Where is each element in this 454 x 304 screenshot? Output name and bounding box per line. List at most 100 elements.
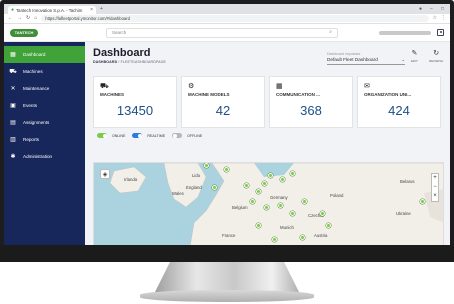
brand-logo[interactable]: TANTECH xyxy=(10,28,38,37)
machine-marker[interactable] xyxy=(280,177,285,182)
window-controls: ● − □ xyxy=(419,6,450,12)
user-email-redacted xyxy=(379,30,431,35)
browser-tab-bar: ● Tantech Innovation S.p.A. - Tachim × +… xyxy=(4,4,450,14)
refresh-icon: ↻ xyxy=(433,50,440,57)
map-label: Belarus xyxy=(400,179,415,184)
layers-icon[interactable]: ◈ xyxy=(100,169,110,179)
url-text: https://lafleetportal.ymonitor.com/#/das… xyxy=(45,16,130,21)
truck-icon: ⛟ xyxy=(9,68,17,75)
breadcrumb-tail: / FLEETDASHBOARDPAGE xyxy=(118,60,167,64)
zoom-in-button[interactable]: + xyxy=(433,174,437,183)
machine-marker[interactable] xyxy=(272,237,277,242)
machine-marker[interactable] xyxy=(268,173,273,178)
sidebar-item-dashboard[interactable]: ▦ Dashboard xyxy=(4,46,85,63)
kpi-value: 13450 xyxy=(116,103,154,118)
machine-marker[interactable] xyxy=(224,167,229,172)
user-account-icon[interactable] xyxy=(437,29,444,36)
machine-marker[interactable] xyxy=(326,223,331,228)
address-bar[interactable]: https://lafleetportal.ymonitor.com/#/das… xyxy=(41,15,429,22)
machine-marker[interactable] xyxy=(204,163,209,168)
assignment-icon: ▤ xyxy=(10,119,16,126)
fullscreen-button[interactable]: × xyxy=(433,192,437,201)
online-toggle[interactable] xyxy=(97,133,107,138)
kpi-title: MACHINES xyxy=(100,92,125,97)
search-input[interactable]: Search ⌕ xyxy=(106,27,338,38)
machine-marker[interactable] xyxy=(262,181,267,186)
machine-marker[interactable] xyxy=(290,171,295,176)
kpi-card-machine-models[interactable]: ⚙ MACHINE MODELS 42 xyxy=(181,76,265,128)
machine-marker[interactable] xyxy=(420,199,425,204)
kpi-card-machines[interactable]: ⛟ MACHINES 13450 xyxy=(93,76,177,128)
edit-label: EDIT xyxy=(411,59,418,63)
bookmark-star-icon[interactable]: ☆ xyxy=(433,16,437,21)
kpi-title: ORGANIZATION UNI... xyxy=(364,92,412,97)
machine-marker[interactable] xyxy=(264,205,269,210)
sidebar-item-maintenance[interactable]: ✕ Maintenance xyxy=(4,80,85,97)
favicon-icon: ● xyxy=(11,6,15,13)
profile-icon[interactable]: ● xyxy=(419,6,422,12)
offline-toggle[interactable] xyxy=(172,133,183,138)
chart-icon: ▥ xyxy=(10,136,16,143)
pencil-icon: ✎ xyxy=(411,50,418,57)
realtime-toggle[interactable] xyxy=(132,133,143,138)
home-icon[interactable]: ⌂ xyxy=(34,16,37,21)
machine-marker[interactable] xyxy=(244,183,249,188)
chevron-down-icon: ⌄ xyxy=(401,57,405,62)
back-icon[interactable]: ← xyxy=(8,16,13,21)
device-icon: ▦ xyxy=(276,83,283,90)
dashboard-select-value: Default Fleet Dashboard xyxy=(327,57,378,62)
sidebar-item-label: Dashboard xyxy=(23,52,46,57)
map-label: Austria xyxy=(314,233,328,238)
edit-button[interactable]: ✎ EDIT xyxy=(411,50,418,63)
new-tab-icon[interactable]: + xyxy=(100,6,103,12)
machine-marker[interactable] xyxy=(256,189,261,194)
machine-marker[interactable] xyxy=(212,185,217,190)
offline-label: OFFLINE xyxy=(187,133,203,138)
fleet-map[interactable]: Irlanda Lido Wales England Belgium Germa… xyxy=(93,162,444,245)
sidebar-item-machines[interactable]: ⛟ Machines xyxy=(4,63,85,80)
sidebar-item-assignments[interactable]: ▤ Assignments xyxy=(4,114,85,131)
sidebar-item-administration[interactable]: ✱ Administration xyxy=(4,148,85,165)
refresh-label: REFRESH xyxy=(429,59,444,63)
dashboard-select[interactable]: Dashboard impostata Default Fleet Dashbo… xyxy=(327,52,405,65)
machine-marker[interactable] xyxy=(278,203,283,208)
machine-marker[interactable] xyxy=(300,235,305,240)
online-label: ONLINE xyxy=(112,133,126,138)
minimize-icon[interactable]: − xyxy=(430,6,433,12)
sidebar-item-label: Reports xyxy=(23,137,40,142)
machine-models-icon: ⚙ xyxy=(188,83,195,90)
machine-marker[interactable] xyxy=(256,223,261,228)
browser-menu-icon[interactable]: ⋮ xyxy=(441,16,446,21)
map-label: Poland xyxy=(330,193,344,198)
truck-icon: ⛟ xyxy=(100,83,109,90)
machine-marker[interactable] xyxy=(320,211,325,216)
kpi-cards: ⛟ MACHINES 13450 ⚙ MACHINE MODELS 42 ▦ C… xyxy=(93,76,444,128)
app-header: TANTECH Search ⌕ xyxy=(4,24,450,42)
map-label: Ukraine xyxy=(396,211,411,216)
kpi-card-organization-units[interactable]: ✉ ORGANIZATION UNI... 424 xyxy=(357,76,441,128)
kpi-value: 42 xyxy=(215,103,231,118)
sidebar-item-label: Administration xyxy=(23,154,53,159)
browser-toolbar: ← → ↻ ⌂ https://lafleetportal.ymonitor.c… xyxy=(4,14,450,24)
map-label: Lido xyxy=(192,173,201,178)
sidebar-item-label: Maintenance xyxy=(23,86,50,91)
map-label: Munich xyxy=(280,225,294,230)
close-tab-icon[interactable]: × xyxy=(90,7,93,13)
kpi-card-communication[interactable]: ▦ COMMUNICATION ... 368 xyxy=(269,76,353,128)
reload-icon[interactable]: ↻ xyxy=(26,16,30,21)
breadcrumb-root[interactable]: DASHBOARD xyxy=(93,60,117,64)
zoom-out-button[interactable]: − xyxy=(433,183,437,192)
machine-marker[interactable] xyxy=(290,211,295,216)
forward-icon[interactable]: → xyxy=(17,16,22,21)
sidebar-item-reports[interactable]: ▥ Reports xyxy=(4,131,85,148)
machine-marker[interactable] xyxy=(302,199,307,204)
sidebar-item-label: Assignments xyxy=(23,120,50,125)
screen: ● Tantech Innovation S.p.A. - Tachim × +… xyxy=(4,4,450,245)
kpi-value: 424 xyxy=(388,103,410,118)
maximize-icon[interactable]: □ xyxy=(441,6,444,12)
refresh-button[interactable]: ↻ REFRESH xyxy=(429,50,443,63)
sidebar-item-events[interactable]: ▣ Events xyxy=(4,97,85,114)
machine-marker[interactable] xyxy=(250,199,255,204)
browser-tab[interactable]: ● Tantech Innovation S.p.A. - Tachim × xyxy=(8,6,96,14)
map-label: Germany xyxy=(270,195,288,200)
